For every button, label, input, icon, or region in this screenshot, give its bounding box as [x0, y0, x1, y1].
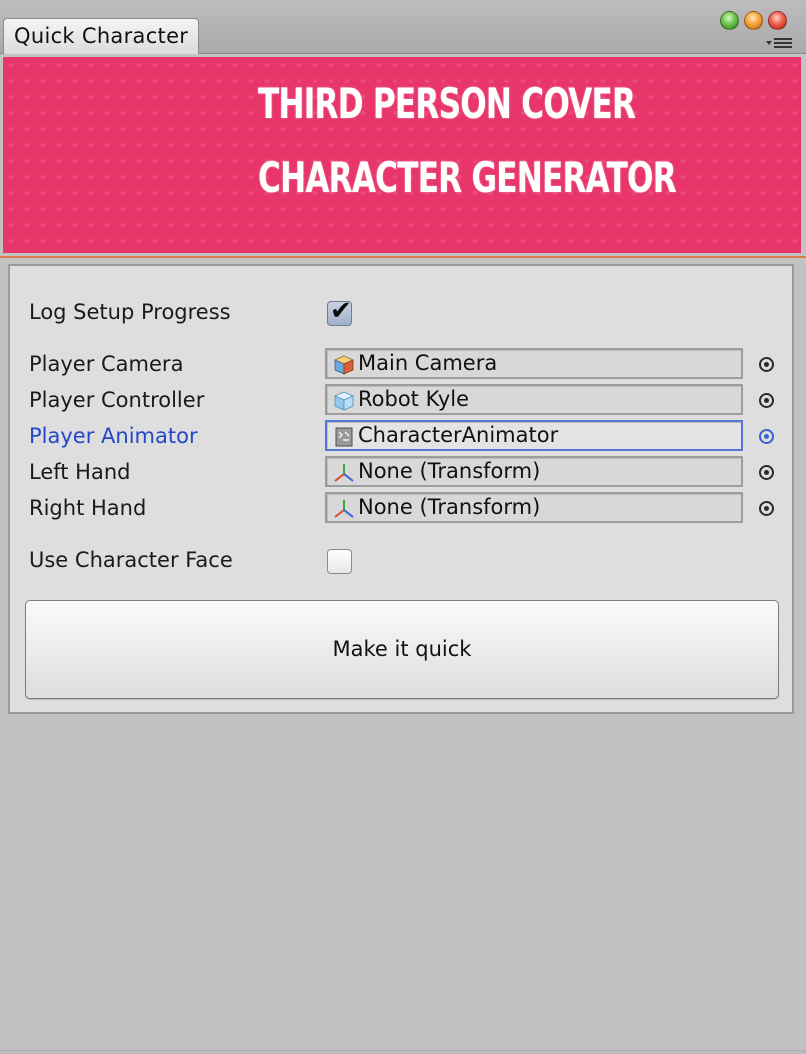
- banner-title-line-2: CHARACTER GENERATOR: [258, 153, 677, 202]
- transform-axes-icon: [334, 464, 354, 482]
- tab-menu-icon[interactable]: [766, 37, 794, 49]
- player-camera-label: Player Camera: [29, 352, 184, 376]
- minimize-button[interactable]: [744, 11, 763, 30]
- header-banner: THIRD PERSON COVER CHARACTER GENERATOR: [3, 57, 801, 253]
- divider: [0, 256, 806, 258]
- empty-window-area: [0, 716, 806, 1054]
- left-hand-value: None (Transform): [358, 459, 541, 483]
- right-hand-field[interactable]: None (Transform): [325, 492, 743, 523]
- left-hand-label: Left Hand: [29, 460, 131, 484]
- left-hand-field[interactable]: None (Transform): [325, 456, 743, 487]
- player-camera-field[interactable]: Main Camera: [325, 348, 743, 379]
- player-controller-picker-icon[interactable]: [759, 393, 774, 408]
- player-animator-label: Player Animator: [29, 424, 198, 448]
- checkmark-icon: ✔: [330, 296, 352, 326]
- use-character-face-checkbox[interactable]: [327, 549, 352, 574]
- maximize-button[interactable]: [720, 11, 739, 30]
- window-bottom-edge: [0, 1050, 806, 1054]
- banner-title-line-1: THIRD PERSON COVER: [258, 79, 636, 128]
- log-setup-progress-label: Log Setup Progress: [29, 300, 231, 324]
- player-controller-label: Player Controller: [29, 388, 205, 412]
- player-controller-field[interactable]: Robot Kyle: [325, 384, 743, 415]
- player-controller-value: Robot Kyle: [358, 387, 470, 411]
- animator-controller-icon: [335, 427, 353, 447]
- transform-axes-icon: [334, 500, 354, 518]
- right-hand-value: None (Transform): [358, 495, 541, 519]
- prefab-cube-icon: [334, 391, 354, 411]
- left-hand-picker-icon[interactable]: [759, 465, 774, 480]
- tab-quick-character[interactable]: Quick Character: [3, 18, 199, 54]
- make-it-quick-button[interactable]: Make it quick: [25, 600, 779, 699]
- right-hand-label: Right Hand: [29, 496, 147, 520]
- close-button[interactable]: [768, 11, 787, 30]
- player-camera-picker-icon[interactable]: [759, 357, 774, 372]
- camera-gameobject-icon: [334, 355, 354, 375]
- player-animator-field[interactable]: CharacterAnimator: [325, 420, 743, 451]
- use-character-face-label: Use Character Face: [29, 548, 233, 572]
- window-titlebar: Quick Character: [0, 0, 806, 54]
- log-setup-progress-checkbox[interactable]: ✔: [327, 296, 352, 326]
- settings-panel: Log Setup Progress ✔ Player Camera Main …: [8, 264, 794, 714]
- player-animator-picker-icon[interactable]: [759, 429, 774, 444]
- player-animator-value: CharacterAnimator: [358, 423, 559, 447]
- player-camera-value: Main Camera: [358, 351, 498, 375]
- right-hand-picker-icon[interactable]: [759, 501, 774, 516]
